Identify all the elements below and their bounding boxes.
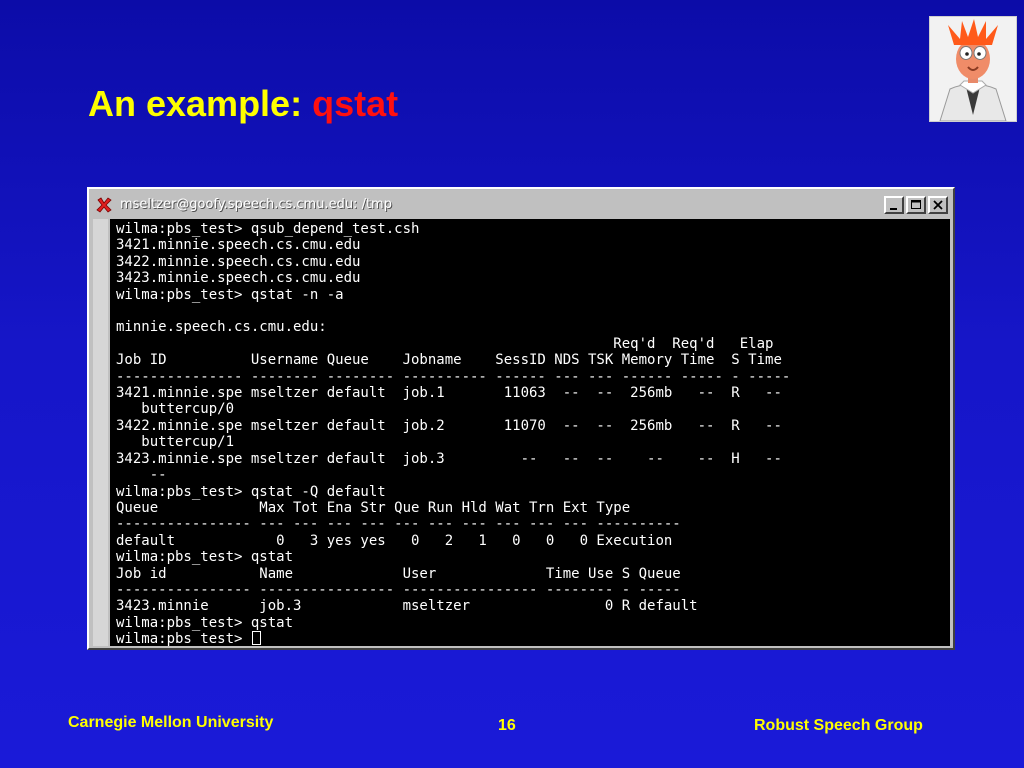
terminal-line: Job ID Username Queue Jobname SessID NDS…: [116, 352, 782, 369]
terminal-line: wilma:pbs_test> qsub_depend_test.csh: [116, 221, 420, 237]
terminal-line: buttercup/1: [116, 434, 235, 451]
x-close-icon[interactable]: [96, 197, 112, 213]
terminal-line: 3422.minnie.speech.cs.cmu.edu: [116, 253, 361, 270]
terminal-line: 3423.minnie.speech.cs.cmu.edu: [116, 270, 361, 287]
maximize-icon: [911, 200, 921, 209]
terminal-line: Job id Name User Time Use S Queue: [116, 565, 681, 582]
terminal-line: ---------------- --- --- --- --- --- ---…: [116, 516, 681, 533]
terminal-line: wilma:pbs_test> qstat: [116, 549, 294, 566]
close-button[interactable]: [928, 196, 948, 214]
terminal-line: 3421.minnie.spe mseltzer default job.1 1…: [116, 385, 782, 402]
terminal-text[interactable]: wilma:pbs_test> qsub_depend_test.csh 342…: [110, 219, 950, 646]
slide-title: An example: qstat: [88, 82, 398, 126]
window-controls: [884, 196, 948, 214]
terminal-window[interactable]: mseltzer@goofy.speech.cs.cmu.edu: /tmp w…: [87, 187, 955, 650]
terminal-line: 3423.minnie job.3 mseltzer 0 R default: [116, 598, 698, 615]
terminal-line: ---------------- ---------------- ------…: [116, 581, 681, 598]
terminal-line: 3423.minnie.spe mseltzer default job.3 -…: [116, 450, 782, 467]
terminal-line: wilma:pbs_test> qstat: [116, 614, 294, 631]
terminal-cursor[interactable]: [251, 631, 261, 646]
slide-number: 16: [498, 717, 516, 734]
muppet-portrait-image: [929, 16, 1017, 122]
terminal-line: Queue Max Tot Ena Str Que Run Hld Wat Tr…: [116, 499, 631, 516]
terminal-line: buttercup/0: [116, 401, 235, 418]
window-title: mseltzer@goofy.speech.cs.cmu.edu: /tmp: [120, 197, 392, 212]
slide-title-text: An example:: [88, 83, 303, 124]
terminal-line: default 0 3 yes yes 0 2 1 0 0 0 Executio…: [116, 532, 673, 549]
slide-title-command: qstat: [312, 83, 399, 124]
terminal-line: minnie.speech.cs.cmu.edu:: [116, 319, 327, 336]
terminal-line: --------------- -------- -------- ------…: [116, 368, 791, 385]
terminal-prompt: wilma:pbs_test>: [116, 631, 251, 646]
window-titlebar[interactable]: mseltzer@goofy.speech.cs.cmu.edu: /tmp: [92, 192, 950, 218]
terminal-line: 3421.minnie.speech.cs.cmu.edu: [116, 237, 361, 254]
terminal-line: Req'd Req'd Elap: [116, 335, 774, 352]
close-icon: [933, 200, 943, 210]
maximize-button[interactable]: [906, 196, 926, 214]
terminal-line: wilma:pbs_test> qstat -n -a: [116, 286, 344, 303]
footer-group: Robust Speech Group: [754, 717, 923, 734]
minimize-button[interactable]: [884, 196, 904, 214]
portrait-illustration: [930, 17, 1016, 121]
terminal-output[interactable]: wilma:pbs_test> qsub_depend_test.csh 342…: [110, 219, 950, 646]
terminal-line: 3422.minnie.spe mseltzer default job.2 1…: [116, 417, 782, 434]
terminal-scrollbar[interactable]: [93, 219, 108, 646]
footer-organization: Carnegie Mellon University: [68, 714, 274, 731]
terminal-line: --: [116, 467, 167, 484]
terminal-line: wilma:pbs_test> qstat -Q default: [116, 483, 386, 500]
minimize-icon: [890, 208, 897, 210]
